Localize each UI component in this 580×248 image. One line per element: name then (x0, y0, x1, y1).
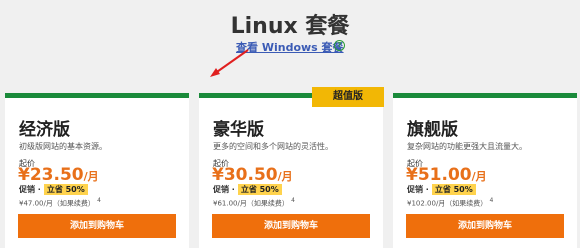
arrow-annotation-icon (210, 49, 249, 77)
add-to-cart-button[interactable]: 添加到购物车 (212, 214, 370, 238)
windows-plans-link[interactable]: 查看 Windows 套餐 (236, 39, 344, 55)
renewal-price: ¥47.00/月（如果续费） 4 (19, 197, 101, 208)
plan-description: 复杂网站的功能更强大且流量大。 (407, 142, 527, 151)
plan-card-economy: 经济版 初级版网站的基本资源。 起价 ¥23.50/月 促销 · 立省 50% ¥… (5, 93, 189, 248)
save-badge: 立省 50% (43, 184, 88, 195)
plan-name: 经济版 (19, 120, 70, 140)
promo-line: 促销 · 立省 50% (407, 184, 476, 195)
promo-line: 促销 · 立省 50% (19, 184, 88, 195)
add-to-cart-button[interactable]: 添加到购物车 (18, 214, 176, 238)
help-icon[interactable]: ? (334, 40, 345, 51)
plan-name: 旗舰版 (407, 120, 458, 140)
renewal-price: ¥61.00/月（如果续费） 4 (213, 197, 295, 208)
renewal-price: ¥102.00/月（如果续费） 4 (407, 197, 494, 208)
save-badge: 立省 50% (237, 184, 282, 195)
plan-name: 豪华版 (213, 120, 264, 140)
plan-card-ultimate: 旗舰版 复杂网站的功能更强大且流量大。 起价 ¥51.00/月 促销 · 立省 5… (393, 93, 577, 248)
page-title: Linux 套餐 (230, 14, 350, 39)
plan-price: ¥23.50/月 (18, 165, 99, 185)
add-to-cart-button[interactable]: 添加到购物车 (406, 214, 564, 238)
save-badge: 立省 50% (431, 184, 476, 195)
plan-description: 初级版网站的基本资源。 (19, 142, 107, 151)
best-value-badge: 超值版 (312, 87, 384, 107)
plan-price: ¥30.50/月 (212, 165, 293, 185)
promo-line: 促销 · 立省 50% (213, 184, 282, 195)
plan-description: 更多的空间和多个网站的灵活性。 (213, 142, 333, 151)
plan-card-deluxe: 豪华版 更多的空间和多个网站的灵活性。 起价 ¥30.50/月 促销 · 立省 5… (199, 93, 383, 248)
plan-price: ¥51.00/月 (406, 165, 487, 185)
